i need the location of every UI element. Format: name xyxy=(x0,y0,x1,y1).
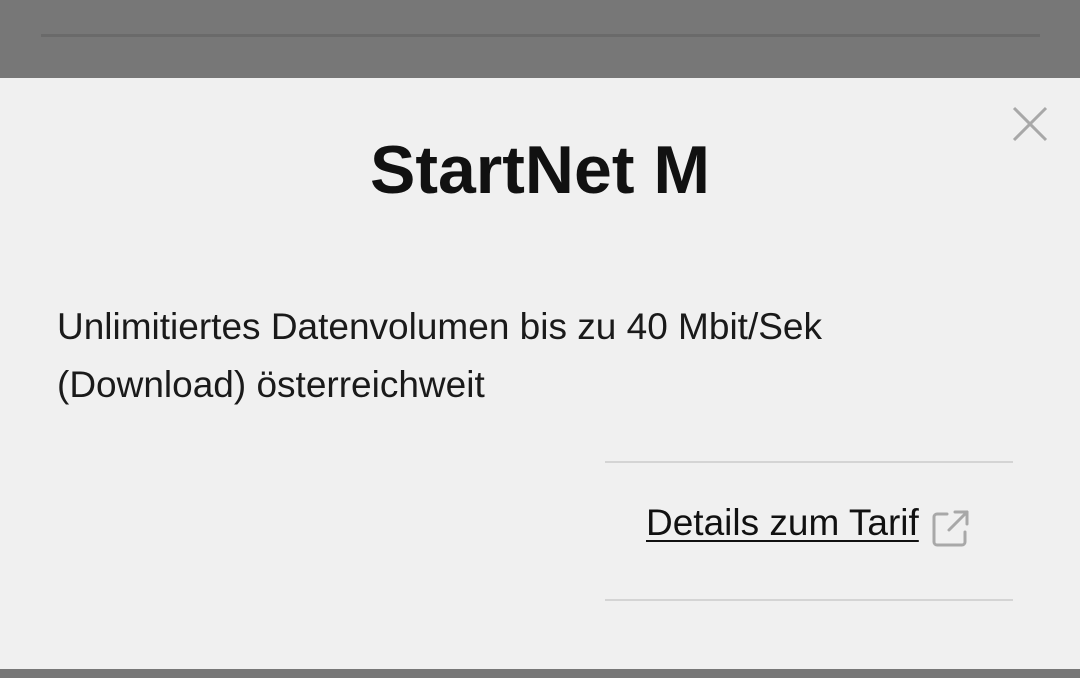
external-link-icon xyxy=(932,510,969,547)
modal-title: StartNet M xyxy=(369,132,711,208)
details-link-label: Details zum Tarif xyxy=(646,502,919,543)
divider-top xyxy=(605,461,1013,463)
backdrop-divider xyxy=(41,34,1040,37)
tariff-description: Unlimitiertes Datenvolumen bis zu 40 Mbi… xyxy=(57,298,877,414)
description-line-1: Unlimitiertes Datenvolumen bis zu 40 Mbi… xyxy=(57,306,822,347)
divider-bottom xyxy=(605,599,1013,601)
details-link[interactable]: Details zum Tarif xyxy=(646,498,971,548)
backdrop-bottom xyxy=(0,669,1080,678)
description-line-2: (Download) österreichweit xyxy=(57,364,485,405)
